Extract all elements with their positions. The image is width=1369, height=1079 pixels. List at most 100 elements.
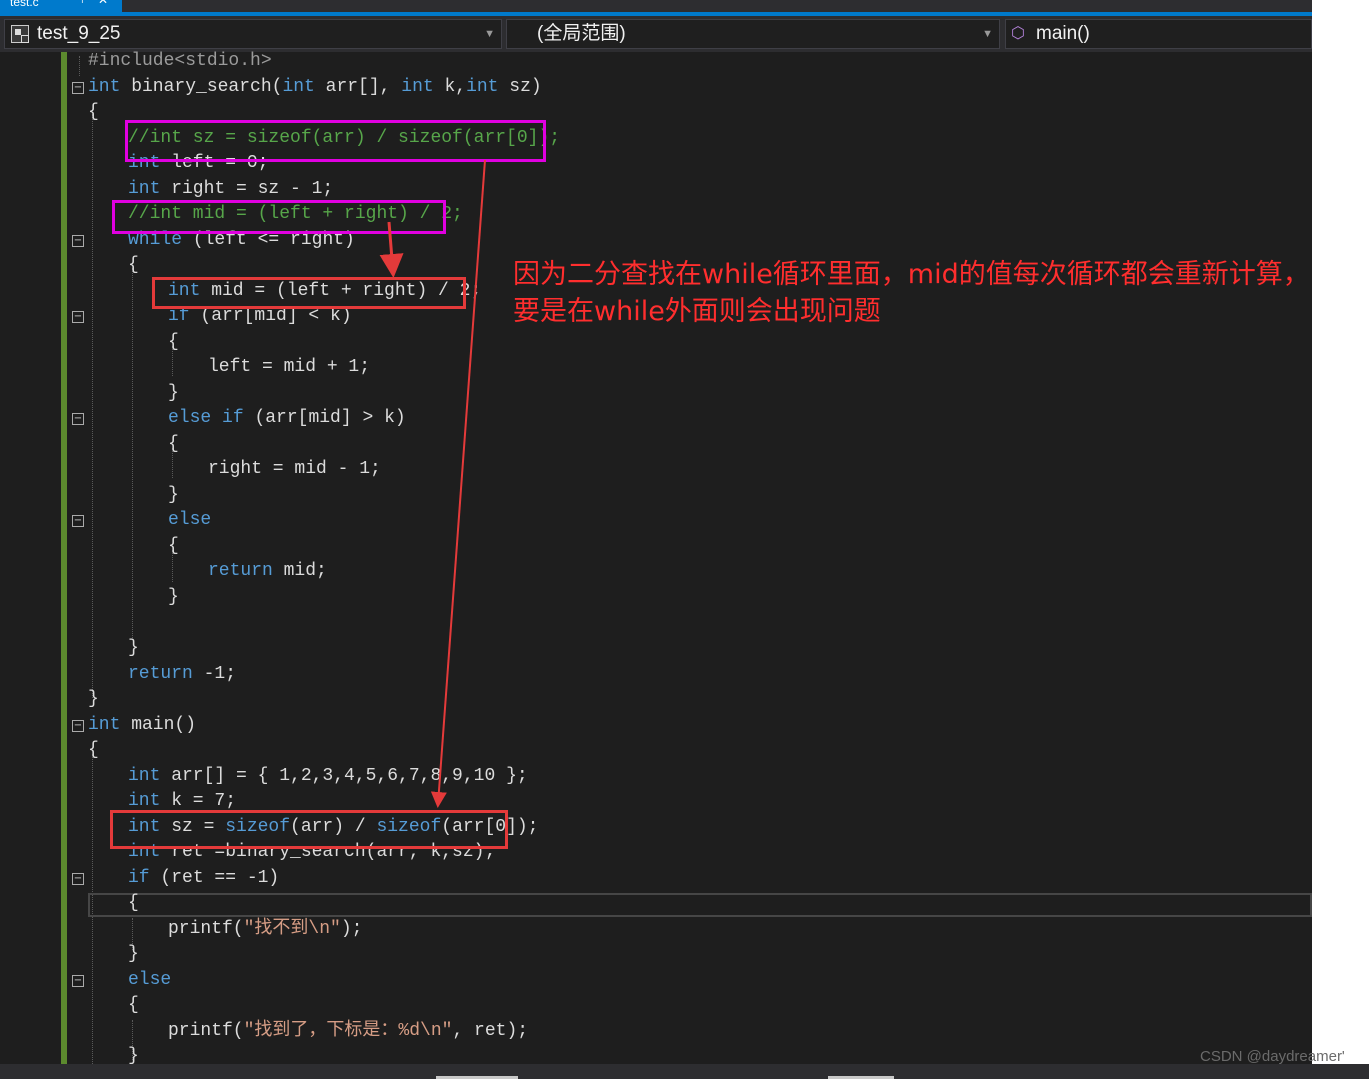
close-icon[interactable]: ✕ bbox=[98, 0, 108, 6]
code-token: main() bbox=[120, 715, 197, 735]
chevron-down-icon[interactable]: ▼ bbox=[484, 20, 495, 48]
member-dropdown[interactable]: ⬡ main() bbox=[1005, 19, 1312, 49]
code-line[interactable]: { bbox=[168, 432, 179, 457]
collapse-icon[interactable]: − bbox=[72, 413, 84, 425]
highlight-box-mid-in-loop bbox=[152, 277, 466, 309]
code-line[interactable]: { bbox=[128, 891, 139, 916]
code-token: { bbox=[128, 893, 139, 913]
code-token: if bbox=[222, 408, 244, 428]
code-token: int bbox=[128, 766, 161, 786]
code-token: arr[] = { 1,2,3,4,5,6,7,8,9,10 }; bbox=[160, 766, 528, 786]
code-token: else bbox=[128, 970, 172, 990]
project-name: test_9_25 bbox=[37, 23, 121, 44]
annotation-line-2: 要是在while外面则会出现问题 bbox=[513, 296, 881, 327]
code-token: { bbox=[88, 102, 99, 122]
code-token: if bbox=[168, 306, 190, 326]
pin-icon[interactable]: ⊣ bbox=[74, 0, 84, 6]
code-token: { bbox=[168, 536, 179, 556]
code-line[interactable]: printf("找到了，下标是：%d\n", ret); bbox=[168, 1019, 528, 1044]
code-token: return bbox=[128, 664, 193, 684]
code-line[interactable]: int right = sz - 1; bbox=[128, 177, 333, 202]
code-line[interactable]: else bbox=[128, 968, 171, 993]
collapse-icon[interactable]: − bbox=[72, 720, 84, 732]
current-line-highlight bbox=[88, 893, 1312, 917]
chevron-down-icon[interactable]: ▼ bbox=[982, 20, 993, 48]
code-token: ); bbox=[340, 919, 363, 939]
code-token: int bbox=[401, 77, 434, 97]
code-line[interactable]: int arr[] = { 1,2,3,4,5,6,7,8,9,10 }; bbox=[128, 764, 528, 789]
code-line[interactable]: } bbox=[168, 381, 179, 406]
code-line[interactable]: } bbox=[168, 483, 179, 508]
code-line[interactable]: { bbox=[88, 738, 99, 763]
code-line[interactable]: } bbox=[88, 687, 99, 712]
code-line[interactable]: return mid; bbox=[208, 559, 327, 584]
code-token: { bbox=[168, 434, 179, 454]
code-token: "找不到\n" bbox=[243, 919, 341, 939]
code-token: int bbox=[128, 791, 161, 811]
code-token: mid; bbox=[272, 561, 327, 581]
code-token: right = mid - 1; bbox=[208, 459, 381, 479]
code-token: } bbox=[88, 689, 99, 709]
code-token: } bbox=[168, 587, 179, 607]
code-token: { bbox=[168, 332, 179, 352]
code-line[interactable]: } bbox=[128, 942, 139, 967]
change-tracking-bar bbox=[61, 52, 67, 1064]
code-line[interactable]: { bbox=[168, 330, 179, 355]
code-token: { bbox=[128, 995, 139, 1015]
navigation-bar: test_9_25 ▼ (全局范围) ▼ ⬡ main() bbox=[0, 16, 1312, 52]
status-bar bbox=[0, 1064, 1369, 1079]
code-line[interactable]: { bbox=[128, 993, 139, 1018]
code-token: (ret == -1) bbox=[149, 868, 280, 888]
code-token: else bbox=[168, 510, 212, 530]
code-token: int bbox=[88, 77, 121, 97]
collapse-icon[interactable]: − bbox=[72, 311, 84, 323]
code-line[interactable]: } bbox=[168, 585, 179, 610]
method-cube-icon: ⬡ bbox=[1011, 25, 1025, 42]
code-line[interactable]: if (ret == -1) bbox=[128, 866, 279, 891]
project-dropdown[interactable]: test_9_25 ▼ bbox=[4, 19, 502, 49]
collapse-icon[interactable]: − bbox=[72, 82, 84, 94]
indent-guide bbox=[79, 56, 80, 76]
tab-test-c[interactable]: test.c ⊣ ✕ bbox=[0, 0, 122, 12]
code-line[interactable]: return -1; bbox=[128, 662, 236, 687]
code-token: binary_search( bbox=[120, 77, 283, 97]
tab-label: test.c bbox=[10, 0, 39, 9]
annotation-line-1: 因为二分查找在while循环里面，mid的值每次循环都会重新计算， bbox=[513, 259, 1310, 290]
collapse-icon[interactable]: − bbox=[72, 515, 84, 527]
document-tab-strip: test.c ⊣ ✕ bbox=[0, 0, 1312, 12]
collapse-icon[interactable]: − bbox=[72, 975, 84, 987]
code-token: int bbox=[466, 77, 499, 97]
code-token: #include<stdio.h> bbox=[88, 51, 272, 71]
code-line[interactable]: #include<stdio.h> bbox=[88, 49, 272, 74]
watermark: CSDN @daydreamer' bbox=[1200, 1048, 1345, 1065]
code-line[interactable]: else bbox=[168, 508, 211, 533]
code-line[interactable]: else if (arr[mid] > k) bbox=[168, 406, 406, 431]
code-line[interactable]: { bbox=[128, 253, 139, 278]
collapse-icon[interactable]: − bbox=[72, 235, 84, 247]
code-token: (arr[mid] < k) bbox=[189, 306, 352, 326]
code-token: left = mid + 1; bbox=[208, 357, 371, 377]
code-token: "找到了，下标是：%d\n" bbox=[243, 1021, 453, 1041]
code-line[interactable]: { bbox=[88, 100, 99, 125]
code-line[interactable]: int binary_search(int arr[], int k,int s… bbox=[88, 75, 542, 100]
scope-dropdown[interactable]: (全局范围) ▼ bbox=[506, 19, 1000, 49]
scope-name: (全局范围) bbox=[537, 23, 626, 44]
code-line[interactable]: int main() bbox=[88, 713, 196, 738]
code-line[interactable]: { bbox=[168, 534, 179, 559]
highlight-box-commented-sz bbox=[125, 120, 546, 162]
code-token: arr[], bbox=[314, 77, 402, 97]
code-line[interactable]: } bbox=[128, 636, 139, 661]
code-line[interactable]: right = mid - 1; bbox=[208, 457, 381, 482]
code-token: return bbox=[208, 561, 273, 581]
project-icon bbox=[11, 25, 29, 43]
collapse-icon[interactable]: − bbox=[72, 873, 84, 885]
code-token: right = sz - 1; bbox=[160, 179, 334, 199]
code-token: } bbox=[128, 638, 139, 658]
code-line[interactable]: left = mid + 1; bbox=[208, 355, 370, 380]
code-line[interactable]: printf("找不到\n"); bbox=[168, 917, 362, 942]
code-token: printf( bbox=[168, 1021, 244, 1041]
highlight-box-sz-in-main bbox=[110, 810, 508, 849]
highlight-box-commented-mid bbox=[112, 200, 446, 234]
code-token: if bbox=[128, 868, 150, 888]
